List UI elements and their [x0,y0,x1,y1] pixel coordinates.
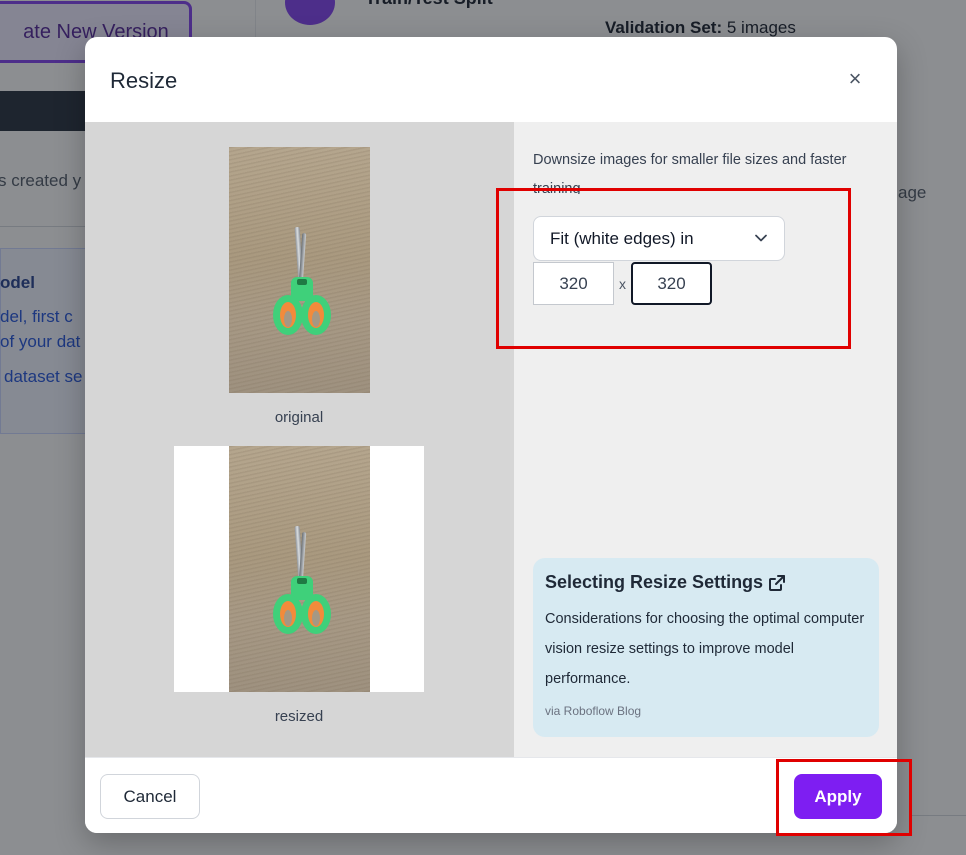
handle-hole [312,610,320,626]
blog-card-title: Selecting Resize Settings [545,572,764,592]
resized-caption: resized [274,708,324,725]
handle-hole [284,610,292,626]
preview-pane: original resized [85,122,514,757]
dialog-header: Resize × [85,37,897,122]
scissors-handle [273,295,303,335]
resize-dialog: Resize × original resized Downsize image… [85,37,897,833]
apply-button[interactable]: Apply [794,774,882,819]
blog-card-title-link[interactable]: Selecting Resize Settings [545,572,787,593]
blog-card-source: via Roboflow Blog [545,704,642,718]
scissors-pivot [297,578,307,584]
close-icon: × [848,66,862,91]
scissors-handle [273,594,303,634]
handle-hole [284,311,292,327]
dialog-body: original resized Downsize images for sma… [85,122,897,757]
resized-image [229,446,370,692]
original-caption: original [274,409,324,426]
scissors-pivot [297,279,307,285]
dialog-title: Resize [110,68,178,93]
settings-pane: Downsize images for smaller file sizes a… [514,122,897,757]
dialog-footer: Cancel Apply [85,757,897,833]
scissors-handle [301,295,331,335]
resize-mode-value: Fit (white edges) in [550,228,694,248]
blog-card[interactable]: Selecting Resize Settings Considerations… [533,558,879,737]
original-image [229,147,370,393]
resize-description: Downsize images for smaller file sizes a… [533,152,847,194]
width-input[interactable] [533,262,614,305]
resize-mode-select[interactable]: Fit (white edges) in [533,216,785,261]
chevron-down-icon [755,234,767,242]
dimension-separator: x [619,276,626,292]
resized-image-frame [174,446,424,692]
close-button[interactable]: × [843,67,867,91]
blog-card-description: Considerations for choosing the optimal … [545,611,865,687]
scissors-handle [301,594,331,634]
height-input[interactable] [631,262,712,305]
external-link-icon [769,574,786,591]
cancel-button[interactable]: Cancel [100,774,200,819]
handle-hole [312,311,320,327]
